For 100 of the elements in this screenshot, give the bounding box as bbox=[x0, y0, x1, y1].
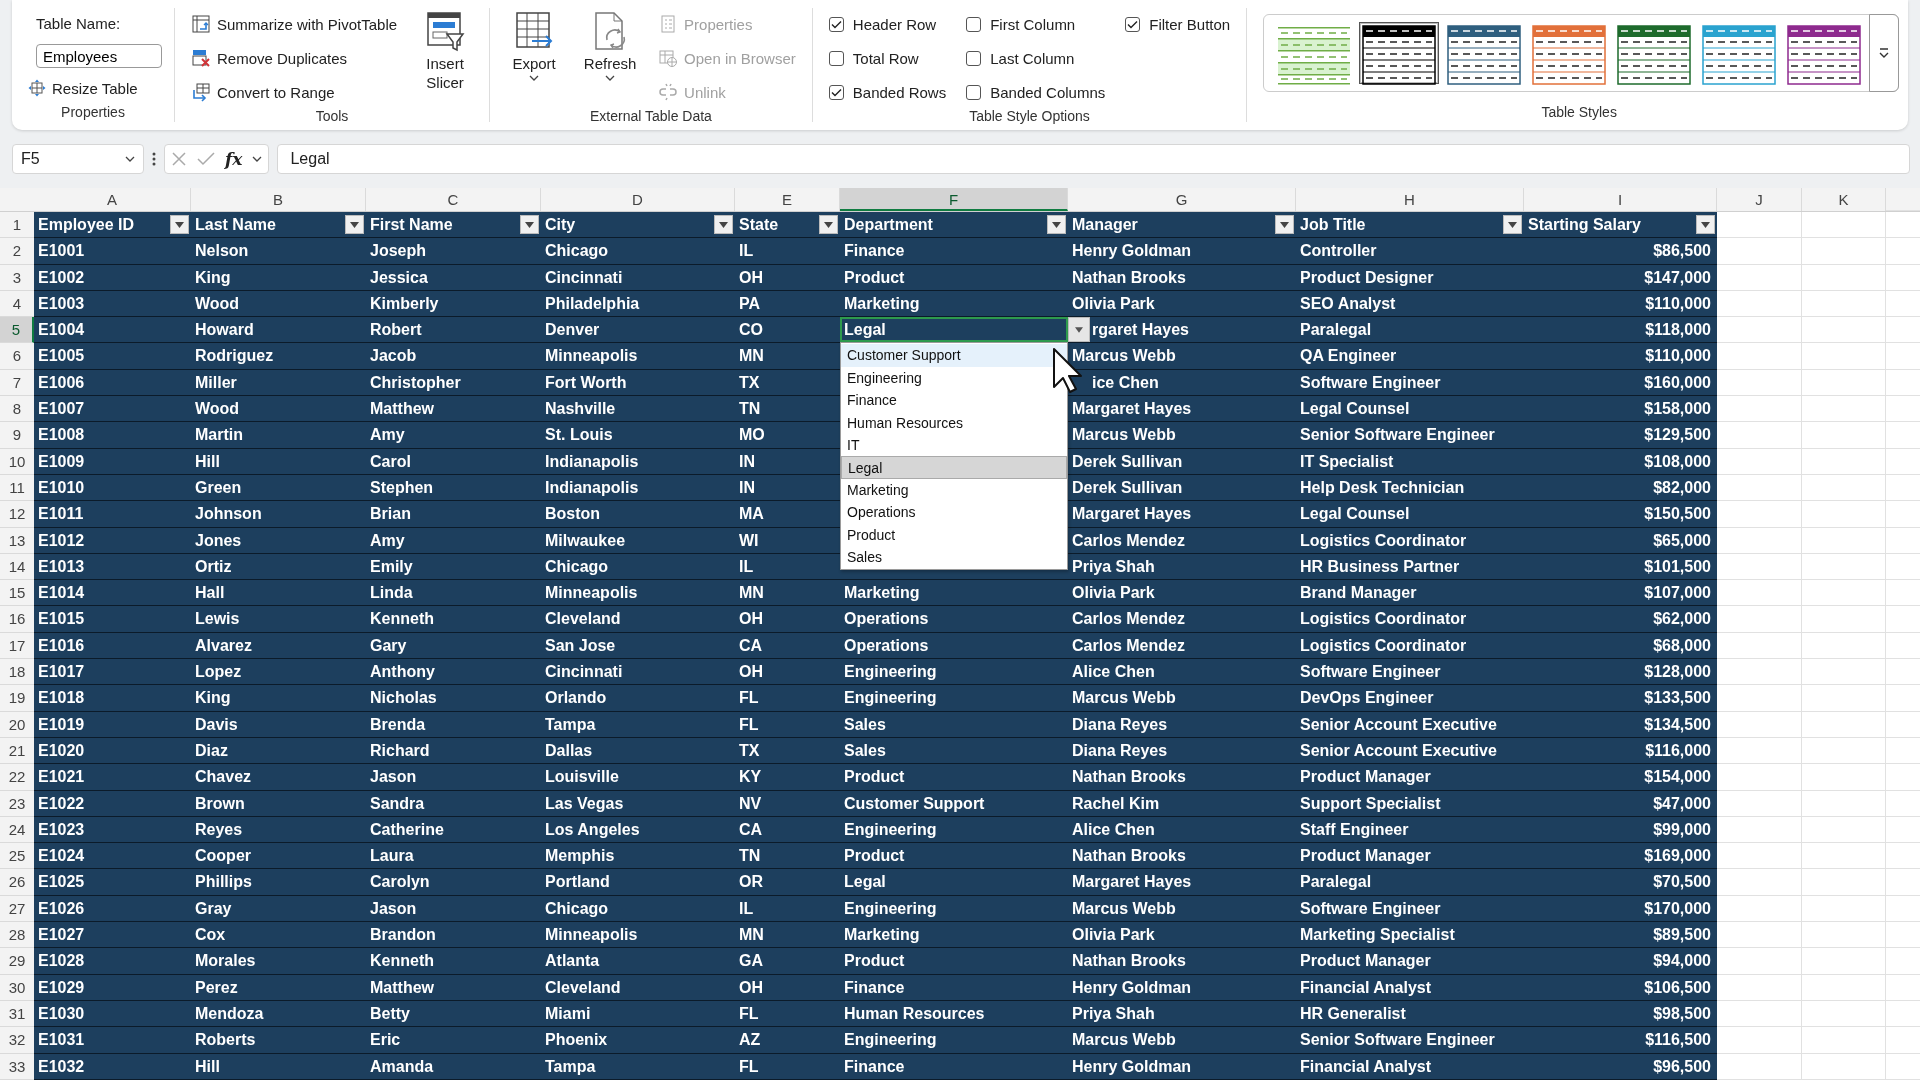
insert-function-button[interactable]: fx bbox=[225, 149, 243, 169]
dropdown-option[interactable]: Human Resources bbox=[841, 411, 1067, 435]
table-style-swatch[interactable] bbox=[1359, 22, 1440, 84]
row-header[interactable]: 16 bbox=[0, 606, 34, 633]
dropdown-option[interactable]: Legal bbox=[841, 456, 1067, 479]
dropdown-option[interactable]: IT bbox=[841, 434, 1067, 457]
filter-button[interactable] bbox=[345, 215, 364, 235]
checkbox[interactable] bbox=[1125, 16, 1141, 32]
checkbox[interactable] bbox=[828, 16, 844, 32]
row-header[interactable]: 26 bbox=[0, 869, 34, 896]
table-header: City bbox=[545, 215, 576, 236]
name-box[interactable]: F5 bbox=[12, 144, 144, 174]
ribbon-button[interactable]: Remove Duplicates bbox=[187, 44, 402, 72]
row-header[interactable]: 28 bbox=[0, 922, 34, 949]
row-header[interactable]: 15 bbox=[0, 580, 34, 607]
filter-button[interactable] bbox=[1503, 215, 1522, 235]
row-header[interactable]: 22 bbox=[0, 764, 34, 791]
table-cell: Minneapolis bbox=[541, 580, 735, 607]
row-header[interactable]: 20 bbox=[0, 711, 34, 738]
dropdown-option[interactable]: Finance bbox=[841, 389, 1067, 412]
row-header[interactable]: 10 bbox=[0, 448, 34, 475]
checkbox[interactable] bbox=[966, 16, 982, 32]
ribbon-button[interactable]: Convert to Range bbox=[187, 78, 402, 106]
row-header[interactable]: 7 bbox=[0, 369, 34, 397]
ribbon-button[interactable]: Export bbox=[502, 8, 567, 83]
filter-button[interactable] bbox=[714, 215, 733, 235]
row-header[interactable]: 12 bbox=[0, 501, 34, 528]
table-cell: E1029 bbox=[34, 974, 191, 1001]
filter-button[interactable] bbox=[819, 215, 838, 235]
column-header[interactable]: G bbox=[1068, 188, 1296, 211]
row-header[interactable]: 29 bbox=[0, 948, 34, 975]
row-header[interactable]: 23 bbox=[0, 790, 34, 817]
checkbox[interactable] bbox=[966, 50, 982, 66]
dropdown-option[interactable]: Sales bbox=[841, 546, 1067, 569]
row-header[interactable]: 5 bbox=[0, 317, 34, 344]
dropdown-option[interactable]: Product bbox=[841, 523, 1067, 546]
column-header[interactable]: J bbox=[1717, 188, 1802, 211]
table-cell: Kimberly bbox=[366, 290, 541, 318]
table-cell: Amy bbox=[366, 422, 541, 449]
filter-button[interactable] bbox=[1275, 215, 1294, 235]
filter-button[interactable] bbox=[170, 215, 189, 235]
column-header[interactable]: A bbox=[34, 188, 191, 211]
row-header[interactable]: 13 bbox=[0, 527, 34, 554]
check-icon[interactable] bbox=[197, 151, 215, 167]
ribbon-button[interactable]: Refresh bbox=[578, 8, 643, 83]
row-header[interactable]: 18 bbox=[0, 659, 34, 686]
column-header[interactable]: H bbox=[1296, 188, 1524, 211]
row-header[interactable]: 31 bbox=[0, 1000, 34, 1028]
row-header[interactable]: 24 bbox=[0, 816, 34, 844]
checkbox[interactable] bbox=[828, 50, 844, 66]
row-header[interactable]: 9 bbox=[0, 422, 34, 449]
caret-icon bbox=[719, 221, 728, 228]
column-header[interactable]: I bbox=[1524, 188, 1717, 211]
row-header[interactable]: 21 bbox=[0, 737, 34, 765]
filter-button[interactable] bbox=[520, 215, 539, 235]
table-cell: Gary bbox=[366, 632, 541, 660]
column-header[interactable]: B bbox=[191, 188, 366, 211]
formula-field[interactable]: Legal bbox=[277, 144, 1910, 174]
row-header[interactable]: 6 bbox=[0, 343, 34, 370]
row-header[interactable]: 27 bbox=[0, 895, 34, 922]
row-header[interactable]: 2 bbox=[0, 238, 34, 265]
checkbox[interactable] bbox=[966, 84, 982, 100]
filter-button[interactable] bbox=[1696, 215, 1715, 235]
row-header[interactable]: 3 bbox=[0, 264, 34, 291]
row-header[interactable]: 33 bbox=[0, 1053, 34, 1080]
table-cell: Engineering bbox=[840, 895, 1068, 922]
ribbon-button[interactable]: Summarize with PivotTable bbox=[187, 10, 402, 38]
table-cell: Diana Reyes bbox=[1068, 711, 1296, 738]
table-cell: Finance bbox=[840, 238, 1068, 265]
row-header[interactable]: 1 bbox=[0, 212, 34, 239]
row-header[interactable]: 8 bbox=[0, 396, 34, 423]
cancel-icon[interactable] bbox=[171, 151, 187, 167]
column-header[interactable]: D bbox=[541, 188, 735, 211]
column-header[interactable]: F bbox=[840, 188, 1068, 211]
row-header[interactable]: 19 bbox=[0, 685, 34, 712]
row-header[interactable]: 11 bbox=[0, 474, 34, 502]
row-header[interactable]: 30 bbox=[0, 974, 34, 1001]
table-cell: Robert bbox=[366, 317, 541, 344]
row-header[interactable]: 4 bbox=[0, 290, 34, 318]
row-header[interactable]: 14 bbox=[0, 553, 34, 581]
dropdown-option[interactable]: Customer Support bbox=[841, 344, 1067, 367]
dropdown-option[interactable]: Marketing bbox=[841, 478, 1067, 502]
checkbox-label: First Column bbox=[990, 15, 1076, 33]
more-options-icon[interactable] bbox=[152, 152, 156, 166]
dropdown-option[interactable]: Operations bbox=[841, 501, 1067, 524]
row-header[interactable]: 17 bbox=[0, 632, 34, 660]
table-name-field[interactable]: Employees bbox=[36, 44, 162, 68]
table-cell: Henry Goldman bbox=[1068, 238, 1296, 265]
ribbon-button[interactable]: Resize Table bbox=[24, 74, 162, 102]
row-header[interactable]: 25 bbox=[0, 843, 34, 870]
column-header[interactable]: C bbox=[366, 188, 541, 211]
filter-button[interactable] bbox=[1047, 215, 1066, 235]
row-header[interactable]: 32 bbox=[0, 1027, 34, 1054]
table-cell: Margaret Hayes bbox=[1068, 501, 1296, 528]
ribbon-button[interactable]: Insert Slicer bbox=[413, 8, 478, 94]
checkbox[interactable] bbox=[828, 84, 844, 100]
table-cell: Software Engineer bbox=[1296, 369, 1524, 397]
active-cell[interactable]: Legal bbox=[840, 317, 1068, 343]
cell-reference: F5 bbox=[21, 150, 40, 168]
dropdown-button[interactable] bbox=[1068, 317, 1090, 343]
